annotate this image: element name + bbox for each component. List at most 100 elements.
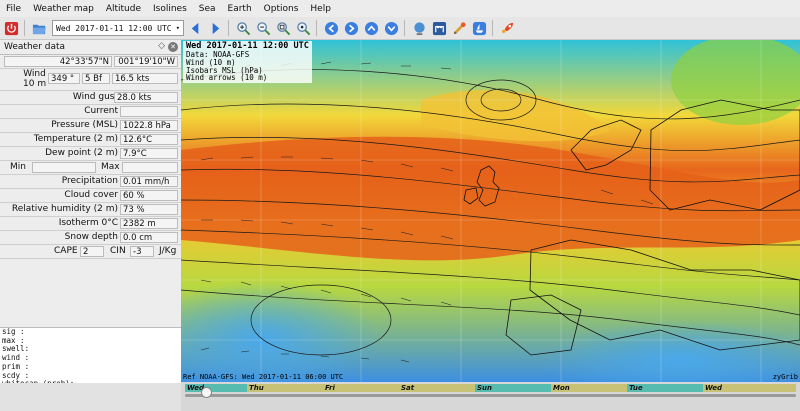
pressure-row: Pressure (MSL) 1022.8 hPa — [0, 119, 181, 133]
go-up-button[interactable] — [363, 20, 380, 37]
wind-label-1: Wind — [23, 69, 46, 79]
dew-point-value: 7.9°C — [120, 148, 178, 159]
day-label[interactable]: Thu — [247, 384, 323, 392]
menu-file[interactable]: File — [0, 4, 27, 14]
previous-date-button[interactable] — [187, 20, 204, 37]
menu-sea[interactable]: Sea — [193, 4, 222, 14]
zoom-fit-button[interactable] — [275, 20, 292, 37]
close-panel-icon[interactable]: ✕ — [168, 42, 178, 52]
isotherm-label: Isotherm 0°C — [58, 218, 118, 228]
wave-sig-line: sig : — [2, 327, 25, 336]
zoom-in-icon — [237, 21, 251, 35]
temperature-label: Temperature (2 m) — [33, 134, 118, 144]
humidity-row: Relative humidity (2 m) 73 % — [0, 203, 181, 217]
snow-depth-label: Snow depth — [64, 232, 118, 242]
day-bar: Wed Thu Fri Sat Sun Mon Tue Wed — [185, 384, 796, 392]
next-icon — [212, 22, 220, 34]
toolbar-separator — [404, 20, 405, 36]
day-label[interactable]: Sun — [475, 384, 551, 392]
toolbar-separator — [228, 20, 229, 36]
weather-map[interactable]: Wed 2017-01-11 12:00 UTC Data: NOAA-GFS … — [181, 40, 800, 382]
menu-weather-map[interactable]: Weather map — [27, 4, 100, 14]
wind-speed-value: 16.5 kts — [112, 73, 178, 84]
rocket-icon — [501, 22, 514, 33]
day-label[interactable]: Wed — [703, 384, 796, 392]
zoom-selection-icon — [297, 21, 311, 35]
wind-row: Wind 10 m 349 ° 5 Bf 16.5 kts — [0, 69, 181, 91]
go-up-icon — [364, 21, 379, 35]
go-left-button[interactable] — [323, 20, 340, 37]
open-file-icon — [32, 24, 47, 34]
current-label: Current — [84, 106, 118, 116]
min-max-row: Min Max — [0, 161, 181, 175]
wind-gust-value: 28.0 kts — [114, 92, 178, 103]
toolbar-separator — [24, 20, 25, 36]
menu-options[interactable]: Options — [258, 4, 305, 14]
time-slider-handle[interactable] — [201, 387, 212, 398]
cape-value: 2 — [80, 246, 104, 257]
open-file-button[interactable] — [31, 20, 48, 37]
humidity-label: Relative humidity (2 m) — [11, 204, 118, 214]
quit-icon — [4, 21, 19, 35]
min-label: Min — [10, 162, 26, 172]
menu-isolines[interactable]: Isolines — [147, 4, 193, 14]
boat-button[interactable] — [471, 20, 488, 37]
quit-button[interactable] — [3, 20, 20, 37]
cloud-cover-value: 60 % — [120, 190, 178, 201]
latitude-value: 42°33'57"N — [4, 56, 112, 67]
float-panel-icon[interactable]: ◇ — [158, 41, 165, 51]
wind-direction-value: 349 ° — [48, 73, 80, 84]
menu-earth[interactable]: Earth — [222, 4, 258, 14]
cloud-cover-label: Cloud cover — [64, 190, 118, 200]
file-label: zyGrib — [772, 373, 798, 381]
rocket-button[interactable] — [499, 20, 516, 37]
day-label[interactable]: Sat — [399, 384, 475, 392]
zoom-in-button[interactable] — [235, 20, 252, 37]
route-button[interactable] — [451, 20, 468, 37]
position-row: 42°33'57"N 001°19'10"W — [0, 55, 181, 69]
weather-data-panel: Weather data ◇ ✕ 42°33'57"N 001°19'10"W … — [0, 40, 182, 411]
menu-help[interactable]: Help — [304, 4, 337, 14]
zoom-out-button[interactable] — [255, 20, 272, 37]
next-date-button[interactable] — [207, 20, 224, 37]
current-row: Current — [0, 105, 181, 119]
go-down-button[interactable] — [383, 20, 400, 37]
isotherm-value: 2382 m — [120, 218, 178, 229]
time-slider-area: Wed Thu Fri Sat Sun Mon Tue Wed — [181, 382, 800, 411]
toolbar-separator — [492, 20, 493, 36]
route-icon — [453, 21, 466, 34]
meteotable-button[interactable] — [431, 20, 448, 37]
menu-bar: File Weather map Altitude Isolines Sea E… — [0, 0, 800, 17]
precipitation-row: Precipitation 0.01 mm/h — [0, 175, 181, 189]
snow-depth-row: Snow depth 0.0 cm — [0, 231, 181, 245]
wind-gust-label: Wind gust — [72, 92, 118, 102]
date-select-value: Wed 2017-01-11 12:00 UTC — [56, 23, 172, 33]
go-right-button[interactable] — [343, 20, 360, 37]
day-label[interactable]: Fri — [323, 384, 399, 392]
wave-data-text: sig : max : swell: wind : prim : scdy : … — [0, 327, 181, 388]
day-label[interactable]: Mon — [551, 384, 627, 392]
menu-altitude[interactable]: Altitude — [100, 4, 147, 14]
weather-map-canvas[interactable] — [181, 40, 800, 382]
chevron-down-icon: ▾ — [175, 24, 180, 32]
map-footer: Ref NOAA-GFS: Wed 2017-01-11 06:00 UTC z… — [183, 373, 800, 382]
globe-icon — [414, 21, 425, 35]
cin-label: CIN — [110, 246, 126, 256]
day-label[interactable]: Wed — [185, 384, 247, 392]
panel-title: Weather data — [4, 42, 66, 52]
max-value — [122, 162, 178, 173]
time-slider-track[interactable] — [185, 394, 796, 397]
go-down-icon — [384, 21, 399, 35]
dew-point-row: Dew point (2 m) 7.9°C — [0, 147, 181, 161]
day-label[interactable]: Tue — [627, 384, 703, 392]
zoom-selection-button[interactable] — [295, 20, 312, 37]
precipitation-label: Precipitation — [61, 176, 118, 186]
snow-depth-value: 0.0 cm — [120, 232, 178, 243]
temperature-value: 12.6°C — [120, 134, 178, 145]
cape-label: CAPE — [54, 246, 78, 256]
reference-time: Ref NOAA-GFS: Wed 2017-01-11 06:00 UTC — [183, 373, 344, 381]
meteotable-icon — [432, 21, 447, 35]
globe-button[interactable] — [411, 20, 428, 37]
date-select[interactable]: Wed 2017-01-11 12:00 UTC ▾ — [52, 20, 184, 36]
cin-value: -3 — [130, 246, 154, 257]
